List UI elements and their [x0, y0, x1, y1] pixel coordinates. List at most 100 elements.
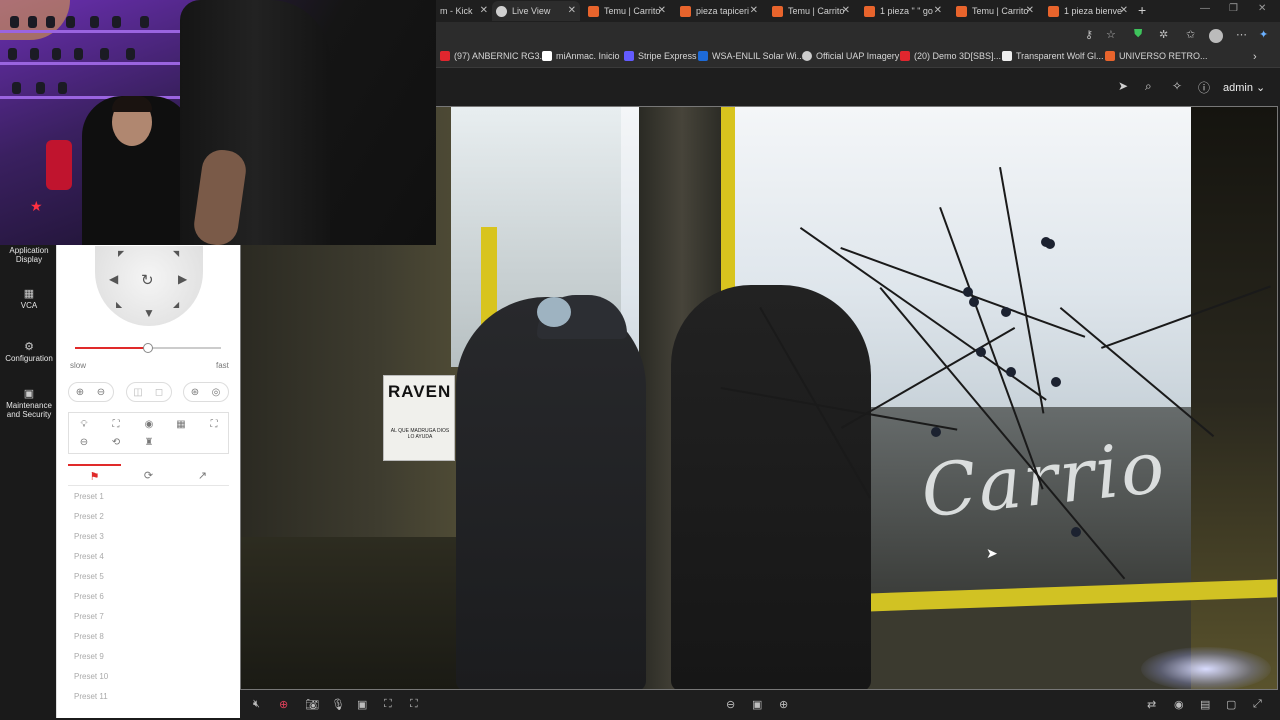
light-icon[interactable]: 💡︎ [75, 415, 93, 433]
preset-item[interactable]: Preset 9 [74, 652, 104, 661]
bookmark-7[interactable]: Transparent Wolf Gl... [1002, 51, 1104, 61]
ptz-direction-pad[interactable]: ◤ ◥ ◀ ↻ ▶ ◣ ▼ ◢ [95, 246, 203, 326]
arrow-down-left-icon[interactable]: ◣ [116, 300, 122, 309]
arrow-up-right-icon[interactable]: ◥ [173, 249, 179, 258]
magnify-icon[interactable]: ⊖ [75, 433, 93, 451]
star-icon[interactable]: ✧ [1172, 79, 1182, 93]
focus-frame-icon[interactable]: ⛶ [107, 415, 125, 433]
zoom-out-icon[interactable]: ⊖ [92, 383, 110, 401]
microphone-icon[interactable]: 🎙︎ [331, 698, 345, 711]
preset-item[interactable]: Preset 4 [74, 552, 104, 561]
stream-settings-icon[interactable]: ⇄ [1147, 698, 1156, 711]
target-icon[interactable]: ◉ [1174, 698, 1184, 711]
preset-item[interactable]: Preset 5 [74, 572, 104, 581]
browser-tab-3[interactable]: Temu | Carrito ✕ [584, 1, 670, 21]
previous-icon[interactable]: ⊖ [726, 698, 735, 711]
bookmark-4[interactable]: WSA-ENLIL Solar Wi... [698, 51, 804, 61]
focus-near-icon[interactable]: ◫ [129, 383, 147, 401]
minimize-icon[interactable]: — [1200, 3, 1210, 14]
preset-item[interactable]: Preset 10 [74, 672, 108, 681]
refresh-icon[interactable]: ⟲ [107, 433, 125, 451]
browser-tab-1[interactable]: m - Kick ✕ [436, 1, 492, 21]
bookmark-3[interactable]: Stripe Express [624, 51, 697, 61]
preset-item[interactable]: Preset 1 [74, 492, 104, 501]
nav-maintenance[interactable]: ▣ Maintenance and Security [2, 389, 56, 420]
wiper-icon[interactable]: ◉ [140, 415, 158, 433]
bookmark-2[interactable]: miAnmac. Inicio [542, 51, 620, 61]
preset-item[interactable]: Preset 3 [74, 532, 104, 541]
region-icon[interactable]: ⛶ [384, 698, 392, 711]
iris-close-icon[interactable]: ◎ [207, 383, 225, 401]
preset-item[interactable]: Preset 8 [74, 632, 104, 641]
bookmark-1[interactable]: (97) ANBERNIC RG3... [440, 51, 547, 61]
bookmark-star-icon[interactable]: ☆ [1106, 28, 1116, 41]
next-icon[interactable]: ⊕ [779, 698, 788, 711]
browser-tab-8[interactable]: 1 pieza bienve ✕ [1044, 1, 1132, 21]
preset-item[interactable]: Preset 7 [74, 612, 104, 621]
browser-tab-2[interactable]: Live View ✕ [492, 1, 580, 21]
tab-patrol[interactable]: ⟳ [122, 464, 175, 486]
record-icon[interactable]: ▣ [357, 698, 367, 711]
search-icon[interactable]: ⌕ [1145, 79, 1152, 94]
maximize-icon[interactable]: ❐ [1229, 3, 1238, 14]
close-icon[interactable]: ✕ [658, 5, 666, 16]
bookmarks-overflow-icon[interactable]: › [1253, 51, 1257, 63]
bookmark-5[interactable]: Official UAP Imagery [802, 51, 899, 61]
layout-icon[interactable]: ▤ [1200, 698, 1210, 711]
nav-application-display[interactable]: Application Display [2, 246, 56, 264]
arrow-up-left-icon[interactable]: ◤ [118, 249, 124, 258]
close-icon[interactable]: ✕ [1026, 5, 1034, 16]
arrow-right-icon[interactable]: ▶ [178, 272, 187, 286]
bookmark-6[interactable]: (20) Demo 3D[SBS]... [900, 51, 1001, 61]
bookmark-8[interactable]: UNIVERSO RETRO... [1105, 51, 1208, 61]
window-mode-icon[interactable]: ▢ [1226, 698, 1236, 711]
browser-tab-5[interactable]: Temu | Carrito ✕ [768, 1, 854, 21]
close-icon[interactable]: ✕ [480, 5, 488, 16]
fullscreen-icon[interactable]: ⤢ [1253, 698, 1262, 711]
digital-zoom-icon[interactable]: ⊕ [279, 698, 288, 711]
3d-position-icon[interactable]: ⛶ [410, 698, 418, 711]
shield-extension-icon[interactable]: ⛊ [1134, 28, 1142, 41]
tab-pattern[interactable]: ↗ [176, 464, 229, 486]
send-icon[interactable]: ➤ [1118, 79, 1128, 93]
stop-all-icon[interactable]: ▣ [752, 698, 762, 711]
close-icon[interactable]: ✕ [842, 5, 850, 16]
area-zoom-icon[interactable]: ⛶ [205, 415, 223, 433]
close-icon[interactable]: ✕ [568, 5, 576, 16]
speed-slider[interactable] [75, 343, 221, 353]
preset-item[interactable]: Preset 2 [74, 512, 104, 521]
preset-item[interactable]: Preset 11 [74, 692, 108, 701]
arrow-down-right-icon[interactable]: ◢ [173, 300, 179, 309]
speed-slider-handle[interactable] [143, 343, 153, 353]
browser-tab-7[interactable]: Temu | Carrito ✕ [952, 1, 1038, 21]
arrow-down-icon[interactable]: ▼ [143, 306, 155, 320]
zoom-in-icon[interactable]: ⊕ [71, 383, 89, 401]
favorites-icon[interactable]: ✩ [1186, 28, 1195, 41]
preset-item[interactable]: Preset 6 [74, 592, 104, 601]
browser-tab-4[interactable]: pieza tapiceri ✕ [676, 1, 762, 21]
close-icon[interactable]: ✕ [1120, 5, 1128, 16]
nav-configuration[interactable]: ⚙ Configuration [2, 342, 56, 364]
arrow-left-icon[interactable]: ◀ [109, 272, 118, 286]
new-tab-button[interactable]: + [1138, 2, 1146, 18]
close-window-icon[interactable]: ✕ [1258, 3, 1266, 14]
more-menu-icon[interactable]: ⋯ [1236, 28, 1247, 41]
mute-icon[interactable]: 🔇︎ [253, 698, 260, 711]
copilot-icon[interactable]: ✦ [1259, 28, 1268, 41]
park-icon[interactable]: ♜ [140, 433, 158, 451]
tab-presets[interactable]: ⚑ [68, 464, 121, 486]
nav-vca[interactable]: ▦ VCA [2, 289, 56, 311]
user-menu[interactable]: admin ⌄ [1223, 81, 1265, 94]
key-icon[interactable]: ⚷ [1085, 28, 1093, 41]
auto-rotate-icon[interactable]: ↻ [141, 271, 154, 289]
focus-far-icon[interactable]: ◻ [150, 383, 168, 401]
grid-icon[interactable]: ▦ [172, 415, 190, 433]
info-icon[interactable]: ⓘ [1198, 79, 1210, 96]
profile-avatar[interactable] [1209, 29, 1223, 43]
browser-tab-6[interactable]: 1 pieza " " go ✕ [860, 1, 946, 21]
extensions-icon[interactable]: ✲ [1159, 28, 1168, 41]
close-icon[interactable]: ✕ [750, 5, 758, 16]
snapshot-icon[interactable]: 📷︎ [305, 698, 319, 711]
iris-open-icon[interactable]: ⊛ [186, 383, 204, 401]
close-icon[interactable]: ✕ [934, 5, 942, 16]
